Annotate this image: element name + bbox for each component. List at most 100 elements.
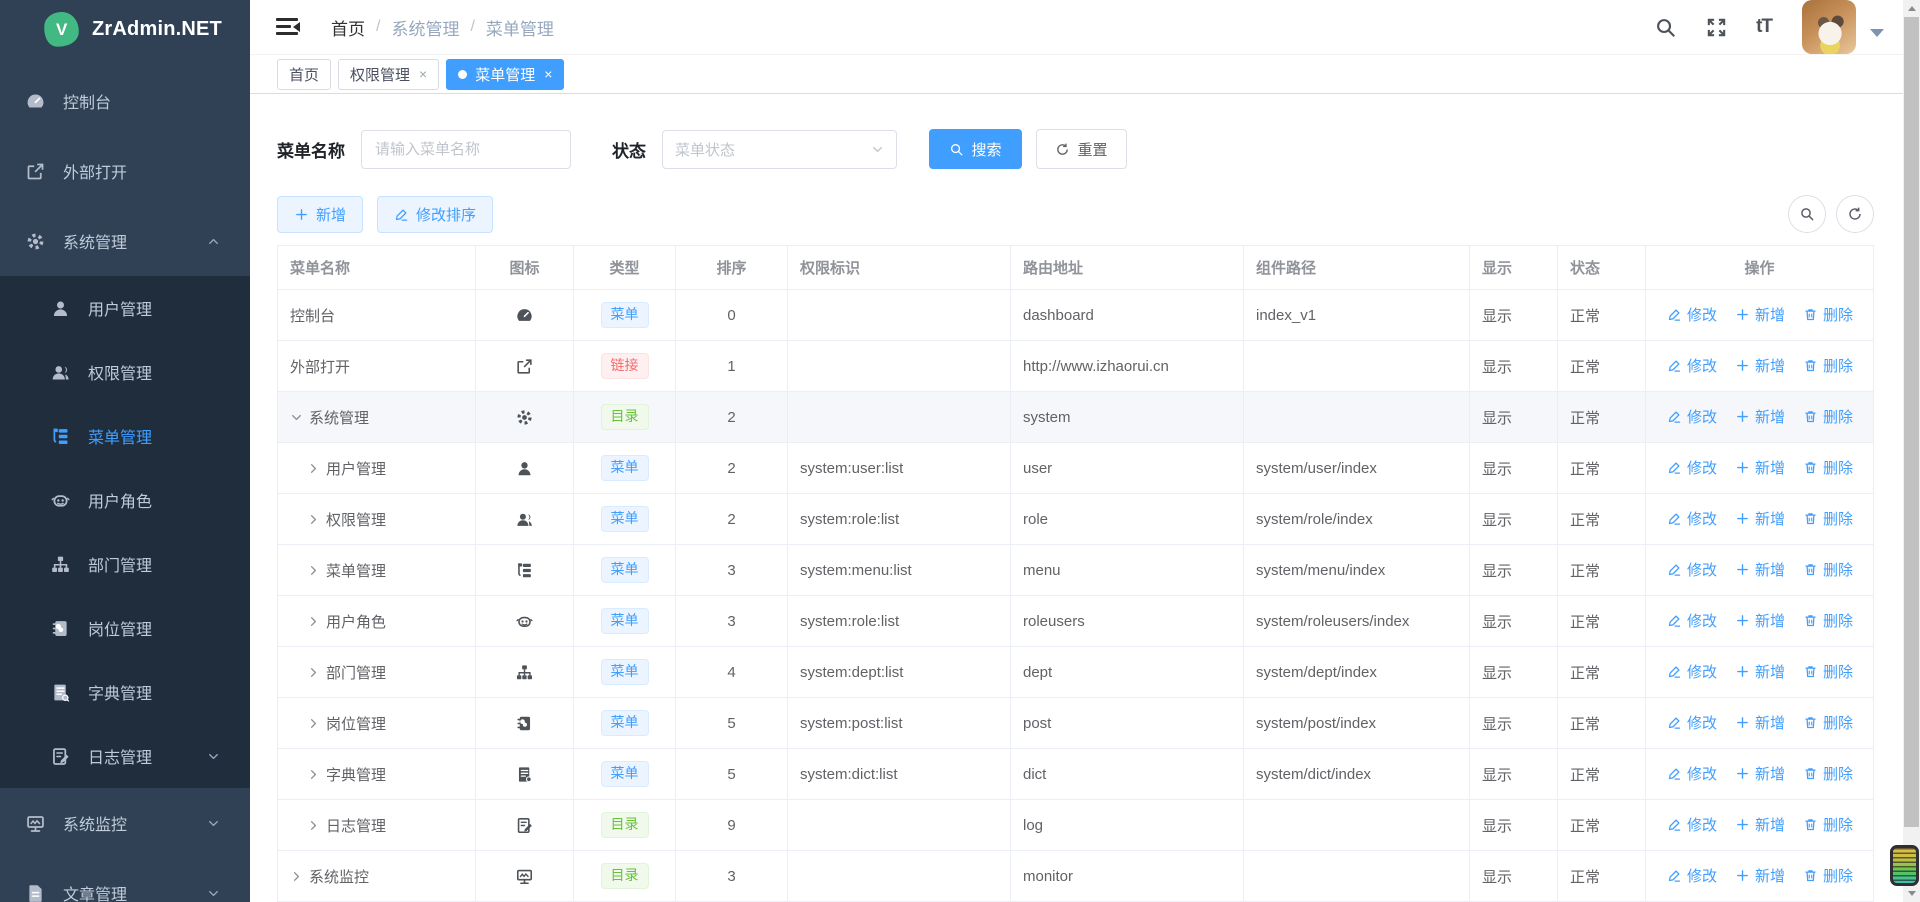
expand-chevron-right-icon[interactable] bbox=[307, 768, 320, 781]
table-row[interactable]: 系统监控 目录 3 monitor 显示 正常 修改新增删除 bbox=[278, 851, 1874, 902]
table-row[interactable]: 系统管理 目录 2 system 显示 正常 修改新增删除 bbox=[278, 392, 1874, 443]
sidebar-item-badge[interactable]: 岗位管理 bbox=[0, 596, 250, 660]
plus-action-link[interactable]: 新增 bbox=[1735, 304, 1785, 325]
expand-chevron-right-icon[interactable] bbox=[307, 666, 320, 679]
trash-action-link[interactable]: 删除 bbox=[1803, 610, 1853, 631]
sidebar-item-article[interactable]: 文章管理 bbox=[0, 858, 250, 902]
sidebar-item-user[interactable]: 用户管理 bbox=[0, 276, 250, 340]
edit-action-link[interactable]: 修改 bbox=[1667, 355, 1717, 376]
fullscreen-icon[interactable] bbox=[1705, 16, 1728, 39]
trash-action-link[interactable]: 删除 bbox=[1803, 661, 1853, 682]
edit-action-link[interactable]: 修改 bbox=[1667, 457, 1717, 478]
sidebar-item-robot[interactable]: 用户角色 bbox=[0, 468, 250, 532]
breadcrumb-item[interactable]: 首页 bbox=[331, 15, 365, 40]
edit-action-link[interactable]: 修改 bbox=[1667, 712, 1717, 733]
close-icon[interactable]: × bbox=[544, 67, 552, 81]
browser-extension-badge[interactable] bbox=[1890, 845, 1919, 886]
sidebar-item-dashboard[interactable]: 控制台 bbox=[0, 66, 250, 136]
close-icon[interactable]: × bbox=[419, 67, 427, 81]
edit-action-link[interactable]: 修改 bbox=[1667, 559, 1717, 580]
trash-action-link[interactable]: 删除 bbox=[1803, 355, 1853, 376]
chevron-down-icon[interactable] bbox=[1870, 29, 1884, 37]
table-row[interactable]: 字典管理 菜单 5 system:dict:list dict system/d… bbox=[278, 749, 1874, 800]
tab-首页[interactable]: 首页 × bbox=[277, 59, 331, 90]
table-row[interactable]: 权限管理 菜单 2 system:role:list role system/r… bbox=[278, 494, 1874, 545]
table-row[interactable]: 日志管理 目录 9 log 显示 正常 修改新增删除 bbox=[278, 800, 1874, 851]
edit-action-link[interactable]: 修改 bbox=[1667, 661, 1717, 682]
edit-sort-button[interactable]: 修改排序 bbox=[377, 196, 493, 233]
table-row[interactable]: 用户角色 菜单 3 system:role:list roleusers sys… bbox=[278, 596, 1874, 647]
table-row[interactable]: 部门管理 菜单 4 system:dept:list dept system/d… bbox=[278, 647, 1874, 698]
sidebar-item-monitor[interactable]: 系统监控 bbox=[0, 788, 250, 858]
sidebar-collapse-icon[interactable] bbox=[276, 17, 300, 37]
show-search-button[interactable] bbox=[1788, 195, 1826, 233]
status-select[interactable]: 菜单状态 bbox=[662, 130, 897, 169]
plus-action-link[interactable]: 新增 bbox=[1735, 763, 1785, 784]
plus-action-link[interactable]: 新增 bbox=[1735, 814, 1785, 835]
sidebar-item-org[interactable]: 部门管理 bbox=[0, 532, 250, 596]
plus-action-link[interactable]: 新增 bbox=[1735, 661, 1785, 682]
expand-chevron-right-icon[interactable] bbox=[290, 870, 303, 883]
edit-action-link[interactable]: 修改 bbox=[1667, 814, 1717, 835]
sidebar-item-log[interactable]: 日志管理 bbox=[0, 724, 250, 788]
avatar[interactable] bbox=[1802, 0, 1856, 54]
trash-action-link[interactable]: 删除 bbox=[1803, 814, 1853, 835]
menu-name-input[interactable] bbox=[361, 130, 571, 169]
expand-chevron-down-icon[interactable] bbox=[290, 411, 303, 424]
sidebar-item-dict[interactable]: 字典管理 bbox=[0, 660, 250, 724]
plus-action-link[interactable]: 新增 bbox=[1735, 610, 1785, 631]
table-row[interactable]: 岗位管理 菜单 5 system:post:list post system/p… bbox=[278, 698, 1874, 749]
trash-action-link[interactable]: 删除 bbox=[1803, 865, 1853, 886]
table-row[interactable]: 控制台 菜单 0 dashboard index_v1 显示 正常 修改新增删除 bbox=[278, 290, 1874, 341]
edit-action-link[interactable]: 修改 bbox=[1667, 508, 1717, 529]
font-size-icon[interactable]: tT bbox=[1756, 16, 1772, 39]
plus-action-link[interactable]: 新增 bbox=[1735, 712, 1785, 733]
plus-action-link[interactable]: 新增 bbox=[1735, 457, 1785, 478]
table-row[interactable]: 外部打开 链接 1 http://www.izhaorui.cn 显示 正常 修… bbox=[278, 341, 1874, 392]
sidebar-item-gear[interactable]: 系统管理 bbox=[0, 206, 250, 276]
plus-action-link[interactable]: 新增 bbox=[1735, 865, 1785, 886]
logo[interactable]: V ZrAdmin.NET bbox=[0, 0, 250, 58]
edit-action-link[interactable]: 修改 bbox=[1667, 610, 1717, 631]
scrollbar-thumb[interactable] bbox=[1904, 17, 1919, 827]
expand-chevron-right-icon[interactable] bbox=[307, 615, 320, 628]
table-row[interactable]: 菜单管理 菜单 3 system:menu:list menu system/m… bbox=[278, 545, 1874, 596]
trash-action-link[interactable]: 删除 bbox=[1803, 508, 1853, 529]
trash-action-link[interactable]: 删除 bbox=[1803, 763, 1853, 784]
add-button[interactable]: 新增 bbox=[277, 196, 363, 233]
refresh-button[interactable] bbox=[1836, 195, 1874, 233]
page-scrollbar[interactable] bbox=[1903, 0, 1920, 902]
trash-action-link[interactable]: 删除 bbox=[1803, 457, 1853, 478]
sidebar-item-external[interactable]: 外部打开 bbox=[0, 136, 250, 206]
plus-action-link[interactable]: 新增 bbox=[1735, 559, 1785, 580]
trash-action-link[interactable]: 删除 bbox=[1803, 304, 1853, 325]
expand-chevron-right-icon[interactable] bbox=[307, 819, 320, 832]
expand-chevron-right-icon[interactable] bbox=[307, 717, 320, 730]
trash-action-link[interactable]: 删除 bbox=[1803, 559, 1853, 580]
plus-action-link[interactable]: 新增 bbox=[1735, 355, 1785, 376]
trash-action-link[interactable]: 删除 bbox=[1803, 712, 1853, 733]
column-header: 显示 bbox=[1470, 246, 1558, 290]
trash-action-link[interactable]: 删除 bbox=[1803, 406, 1853, 427]
scroll-down-arrow-icon[interactable] bbox=[1903, 885, 1920, 902]
menutree-icon bbox=[50, 426, 71, 447]
sidebar-item-menutree[interactable]: 菜单管理 bbox=[0, 404, 250, 468]
search-icon[interactable] bbox=[1654, 16, 1677, 39]
expand-chevron-right-icon[interactable] bbox=[307, 564, 320, 577]
edit-action-link[interactable]: 修改 bbox=[1667, 763, 1717, 784]
expand-chevron-right-icon[interactable] bbox=[307, 462, 320, 475]
tab-权限管理[interactable]: 权限管理 × bbox=[338, 59, 439, 90]
edit-action-link[interactable]: 修改 bbox=[1667, 304, 1717, 325]
expand-chevron-right-icon[interactable] bbox=[307, 513, 320, 526]
search-button[interactable]: 搜索 bbox=[929, 129, 1022, 169]
plus-action-link[interactable]: 新增 bbox=[1735, 406, 1785, 427]
plus-action-link[interactable]: 新增 bbox=[1735, 508, 1785, 529]
scroll-up-arrow-icon[interactable] bbox=[1903, 0, 1920, 17]
table-row[interactable]: 用户管理 菜单 2 system:user:list user system/u… bbox=[278, 443, 1874, 494]
edit-action-link[interactable]: 修改 bbox=[1667, 406, 1717, 427]
tab-菜单管理[interactable]: 菜单管理 × bbox=[446, 59, 564, 90]
sidebar-item-users[interactable]: 权限管理 bbox=[0, 340, 250, 404]
route-value: dashboard bbox=[1011, 290, 1244, 341]
edit-action-link[interactable]: 修改 bbox=[1667, 865, 1717, 886]
reset-button[interactable]: 重置 bbox=[1036, 129, 1127, 169]
